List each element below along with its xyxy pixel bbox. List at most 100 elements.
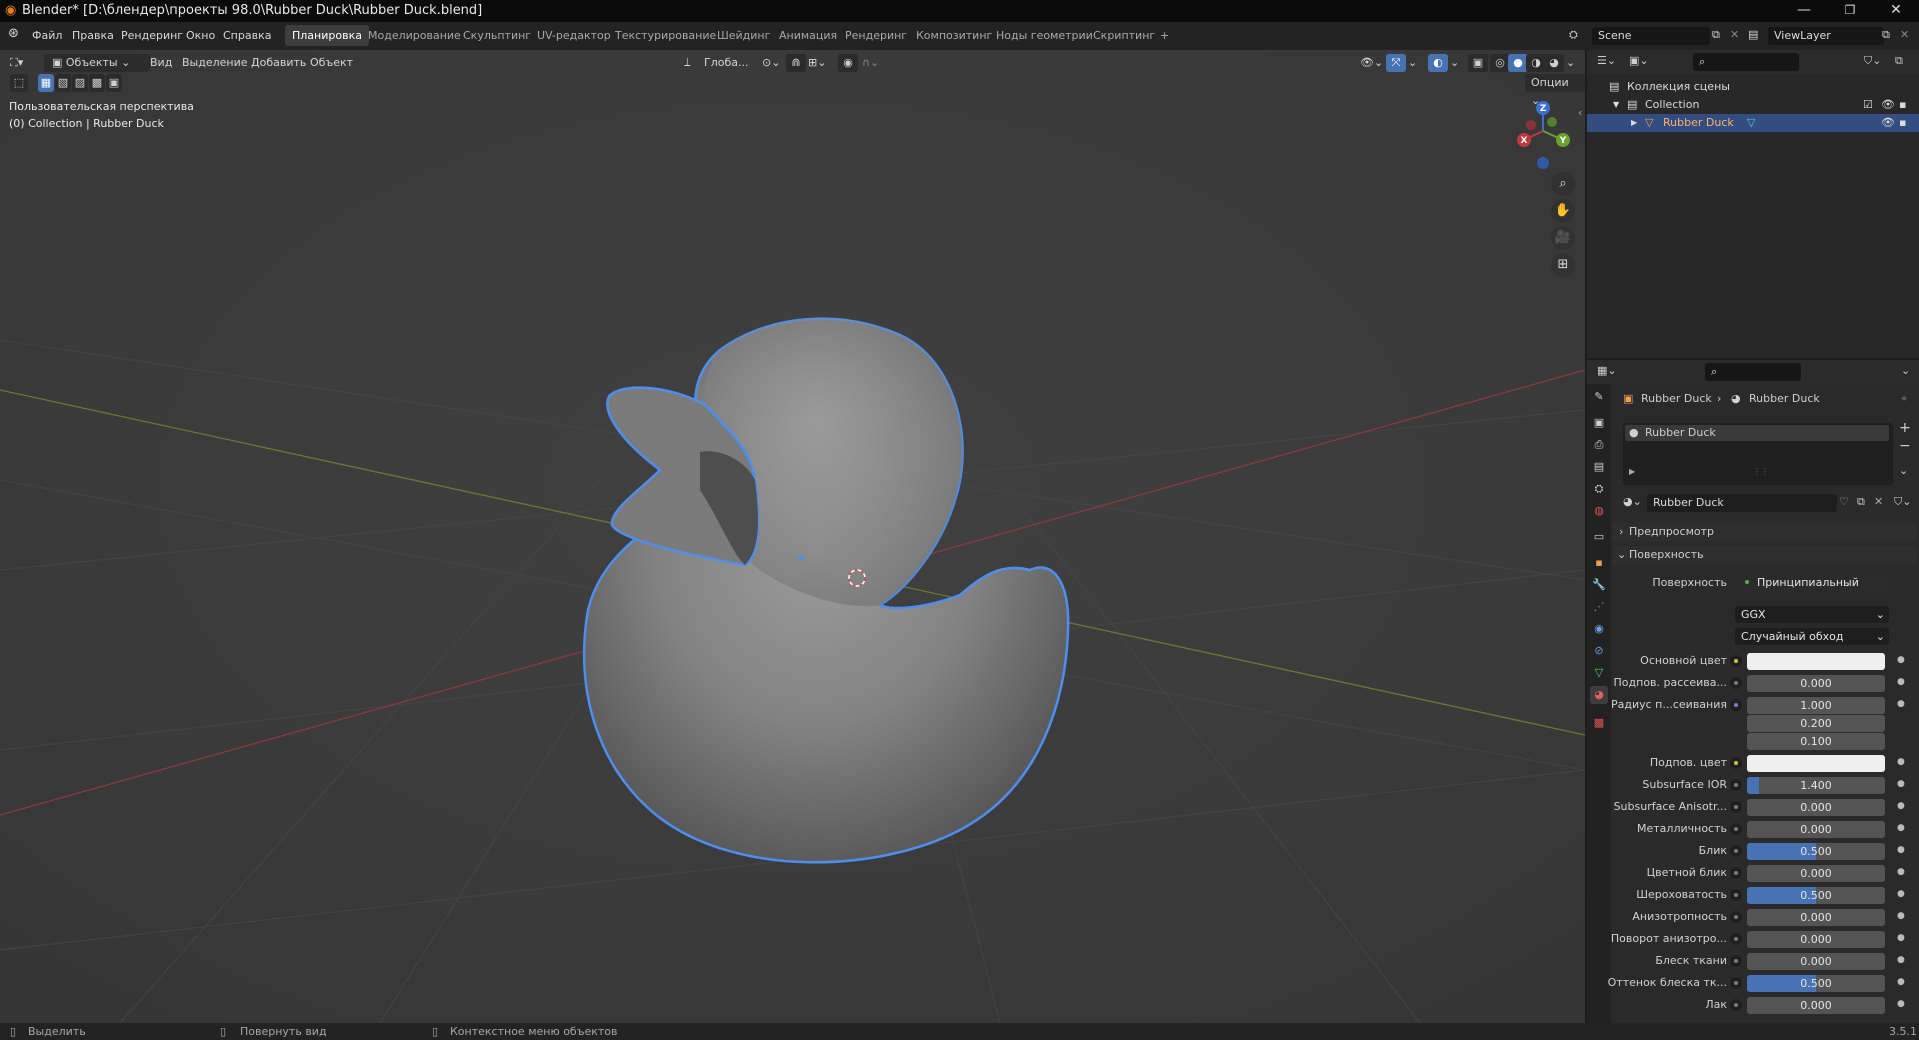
keyframe-dot-icon[interactable]: ● <box>1897 999 1905 1009</box>
minimize-button[interactable]: — <box>1781 0 1827 22</box>
scene-tab-icon[interactable]: ⛭ <box>1590 480 1608 498</box>
socket-dot-icon[interactable] <box>1730 933 1742 945</box>
material-name-field[interactable]: Rubber Duck <box>1647 494 1837 512</box>
slot-specials-icon[interactable]: ⌄ <box>1899 464 1908 477</box>
surface-shader-selector[interactable]: Принципиальный BSDF <box>1739 574 1889 591</box>
scene-selector[interactable]: Scene <box>1592 27 1710 45</box>
tool-tab-icon[interactable]: ✎ <box>1590 388 1608 406</box>
eye-icon[interactable]: 👁 <box>1881 96 1895 114</box>
menu-select[interactable]: Выделение <box>182 54 248 72</box>
add-workspace-button[interactable]: + <box>1153 25 1176 46</box>
menu-file[interactable]: Файл <box>32 29 62 42</box>
numeric-slider[interactable]: 1.400 <box>1747 777 1885 794</box>
expand-arrow-icon[interactable]: ▼ <box>1613 96 1619 114</box>
socket-dot-icon[interactable] <box>1730 999 1742 1011</box>
color-swatch[interactable] <box>1747 755 1885 772</box>
mesh-data-icon[interactable]: ▽ <box>1747 114 1755 132</box>
duplicate-material-icon[interactable]: ⧉ <box>1857 495 1865 509</box>
color-swatch[interactable] <box>1747 653 1885 670</box>
numeric-slider[interactable]: 0.000 <box>1747 821 1885 838</box>
output-tab-icon[interactable]: ⎙ <box>1590 436 1608 454</box>
keyframe-dot-icon[interactable]: ● <box>1897 867 1905 877</box>
numeric-slider[interactable]: 0.500 <box>1747 887 1885 904</box>
socket-dot-icon[interactable] <box>1730 889 1742 901</box>
overlay-menu-icon[interactable]: ⌄ <box>1450 54 1459 72</box>
tab-modeling[interactable]: Моделирование <box>361 25 468 46</box>
solid-shading-icon[interactable]: ● <box>1508 54 1528 72</box>
new-collection-icon[interactable]: ⧉ <box>1895 54 1903 68</box>
keyframe-dot-icon[interactable]: ● <box>1897 889 1905 899</box>
tab-texture-paint[interactable]: Текстурирование <box>608 25 723 46</box>
blender-menu-icon[interactable]: ⊛ <box>8 26 19 41</box>
tab-rendering[interactable]: Рендеринг <box>838 25 914 46</box>
camera-view-icon[interactable]: 🎥 <box>1551 226 1575 250</box>
outliner-row-rubber-duck[interactable]: ▶ ▽ Rubber Duck ▽ 👁 ▪ <box>1587 114 1919 132</box>
tab-uv-editing[interactable]: UV-редактор <box>530 25 618 46</box>
menu-render[interactable]: Рендеринг <box>121 29 183 42</box>
socket-dot-icon[interactable] <box>1730 655 1742 667</box>
editor-type-icon[interactable]: ⛶▾ <box>10 54 23 72</box>
keyframe-dot-icon[interactable]: ● <box>1897 655 1905 665</box>
numeric-slider[interactable]: 0.500 <box>1747 843 1885 860</box>
proportional-edit-icon[interactable]: ◉ <box>838 54 858 72</box>
maximize-button[interactable]: ❐ <box>1827 0 1873 22</box>
shading-menu-icon[interactable]: ⌄ <box>1566 54 1575 72</box>
render-tab-icon[interactable]: ▣ <box>1590 414 1608 432</box>
delete-view-layer-icon[interactable]: ✕ <box>1900 28 1909 41</box>
camera-icon[interactable]: ▪ <box>1899 114 1906 132</box>
properties-search-input[interactable]: ⌕ <box>1705 363 1801 381</box>
perspective-toggle-icon[interactable]: ⊞ <box>1551 253 1575 277</box>
keyframe-dot-icon[interactable]: ● <box>1897 677 1905 687</box>
new-scene-icon[interactable]: ⧉ <box>1712 28 1720 42</box>
socket-dot-icon[interactable] <box>1730 867 1742 879</box>
keyframe-dot-icon[interactable]: ● <box>1897 933 1905 943</box>
tab-animation[interactable]: Анимация <box>772 25 844 46</box>
select-mode-subtract-icon[interactable]: ▨ <box>72 74 88 92</box>
socket-dot-icon[interactable] <box>1730 845 1742 857</box>
camera-icon[interactable]: ▪ <box>1899 96 1906 114</box>
wireframe-shading-icon[interactable]: ◎ <box>1490 54 1510 72</box>
material-shading-icon[interactable]: ◑ <box>1526 54 1546 72</box>
numeric-slider[interactable]: 0.000 <box>1747 799 1885 816</box>
socket-dot-icon[interactable] <box>1730 757 1742 769</box>
socket-dot-icon[interactable] <box>1730 955 1742 967</box>
overlay-toggle-icon[interactable]: ◐ <box>1428 54 1448 72</box>
texture-tab-icon[interactable]: ▩ <box>1590 714 1608 732</box>
close-button[interactable]: ✕ <box>1873 0 1919 22</box>
menu-window[interactable]: Окно <box>186 29 215 42</box>
numeric-slider[interactable]: 0.000 <box>1747 865 1885 882</box>
numeric-slider[interactable]: 0.000 <box>1747 997 1885 1014</box>
socket-dot-icon[interactable] <box>1730 911 1742 923</box>
delete-scene-icon[interactable]: ✕ <box>1730 28 1739 41</box>
select-mode-intersect-icon[interactable]: ▣ <box>106 74 122 92</box>
numeric-slider[interactable]: 0.000 <box>1747 953 1885 970</box>
keyframe-dot-icon[interactable]: ● <box>1897 823 1905 833</box>
material-slot-item[interactable]: ● Rubber Duck <box>1625 425 1889 441</box>
zoom-icon[interactable]: ⌕ <box>1551 172 1575 196</box>
distribution-dropdown[interactable]: GGX ⌄ <box>1735 606 1889 623</box>
particles-tab-icon[interactable]: ⋰ <box>1590 598 1608 616</box>
visibility-icon[interactable]: 👁⌄ <box>1360 54 1383 72</box>
outliner-editor-type-icon[interactable]: ☰⌄ <box>1597 54 1616 67</box>
resize-handle-icon[interactable]: ⋮⋮ <box>1753 467 1769 476</box>
options-dropdown[interactable]: Опции ⌄ <box>1525 74 1585 107</box>
transform-orientation[interactable]: Глоба... <box>704 54 748 72</box>
properties-editor-type-icon[interactable]: ▦⌄ <box>1597 364 1617 377</box>
keyframe-dot-icon[interactable]: ● <box>1897 845 1905 855</box>
collection-tab-icon[interactable]: ▭ <box>1590 528 1608 546</box>
menu-edit[interactable]: Правка <box>72 29 114 42</box>
new-view-layer-icon[interactable]: ⧉ <box>1882 28 1890 42</box>
keyframe-dot-icon[interactable]: ● <box>1897 757 1905 767</box>
menu-object[interactable]: Объект <box>310 54 353 72</box>
mode-selector[interactable]: ▣ Объекты ⌄ <box>44 54 150 72</box>
menu-add[interactable]: Добавить <box>251 54 306 72</box>
eye-icon[interactable]: 👁 <box>1881 114 1895 132</box>
tab-compositing[interactable]: Композитинг <box>909 25 999 46</box>
keyframe-dot-icon[interactable]: ● <box>1897 801 1905 811</box>
numeric-slider[interactable]: 0.000 <box>1747 909 1885 926</box>
select-mode-invert-icon[interactable]: ▩ <box>89 74 105 92</box>
socket-dot-icon[interactable] <box>1730 779 1742 791</box>
object-tab-icon[interactable]: ▪ <box>1590 554 1608 572</box>
gizmo-menu-icon[interactable]: ⌄ <box>1408 54 1417 72</box>
menu-help[interactable]: Справка <box>223 29 271 42</box>
